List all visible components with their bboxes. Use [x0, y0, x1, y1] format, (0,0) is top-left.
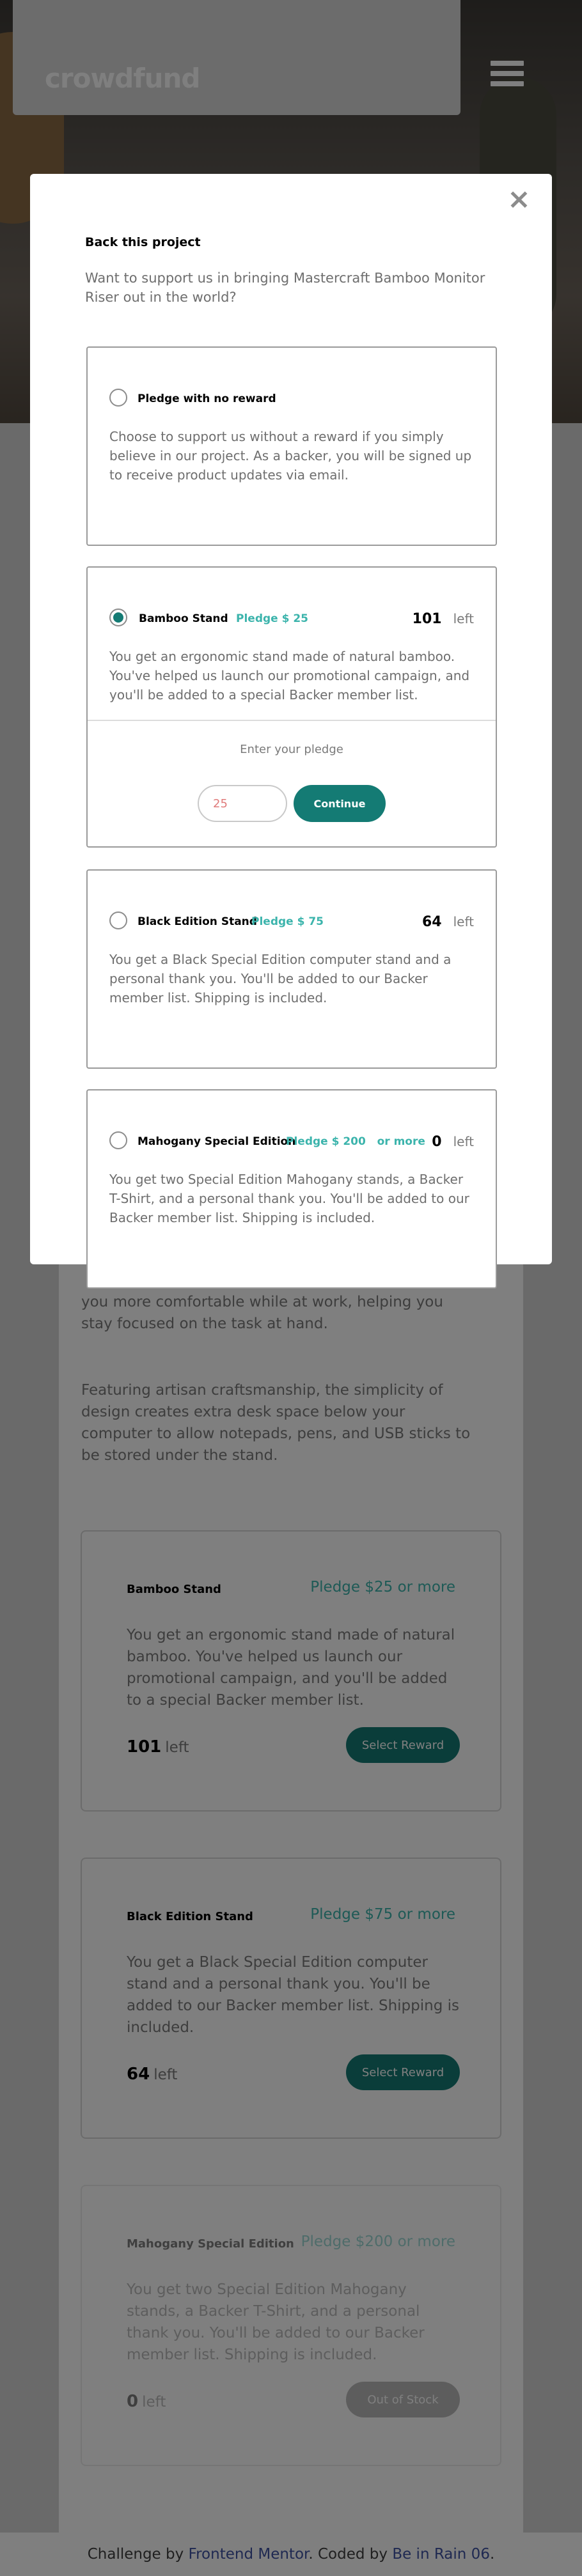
modal-title: Back this project — [85, 235, 201, 249]
pledge-entry-area: Enter your pledge Continue — [88, 720, 496, 848]
radio-button-selected[interactable] — [109, 609, 127, 626]
radio-button[interactable] — [109, 1131, 127, 1149]
close-icon[interactable]: × — [507, 185, 531, 213]
radio-button[interactable] — [109, 912, 127, 929]
option-remaining: 64 left — [422, 914, 474, 930]
option-pledge: Pledge $ 75 — [251, 915, 324, 928]
pledge-option-bamboo[interactable]: Bamboo Stand Pledge $ 25 101 left You get… — [86, 566, 497, 848]
option-name: Mahogany Special Edition — [138, 1135, 296, 1148]
option-remaining-count: 101 — [412, 611, 442, 627]
option-description: You get a Black Special Edition computer… — [109, 952, 452, 1005]
option-pledge: Pledge $ 200 or more — [286, 1135, 425, 1148]
back-project-modal: × Back this project Want to support us i… — [30, 174, 552, 1289]
option-pledge: Pledge $ 25 — [236, 612, 309, 625]
option-remaining-count: 64 — [421, 914, 442, 930]
option-description: Choose to support us without a reward if… — [109, 429, 472, 483]
option-name: Bamboo Stand — [139, 612, 228, 625]
option-remaining-label: left — [453, 914, 474, 929]
option-name: Black Edition Stand — [138, 915, 257, 928]
option-description: You get two Special Edition Mahogany sta… — [109, 1172, 469, 1225]
option-remaining-label: left — [453, 1134, 474, 1149]
pledge-option-mahogany[interactable]: Mahogany Special Edition Pledge $ 200 or… — [86, 1089, 497, 1289]
option-remaining-label: left — [453, 611, 474, 626]
pledge-amount-input[interactable] — [198, 785, 287, 822]
option-description: You get an ergonomic stand made of natur… — [109, 649, 470, 702]
pledge-option-black-edition[interactable]: Black Edition Stand Pledge $ 75 64 left Y… — [86, 869, 497, 1069]
option-remaining-count: 0 — [432, 1134, 442, 1150]
option-remaining: 0 left — [432, 1134, 474, 1150]
option-remaining: 101 left — [413, 611, 474, 627]
modal-intro: Want to support us in bringing Mastercra… — [85, 270, 485, 305]
continue-button[interactable]: Continue — [294, 785, 386, 822]
radio-button[interactable] — [109, 389, 127, 407]
option-name: Pledge with no reward — [138, 392, 276, 405]
pledge-option-no-reward[interactable]: Pledge with no reward Choose to support … — [86, 346, 497, 546]
pledge-entry-label: Enter your pledge — [240, 743, 343, 756]
